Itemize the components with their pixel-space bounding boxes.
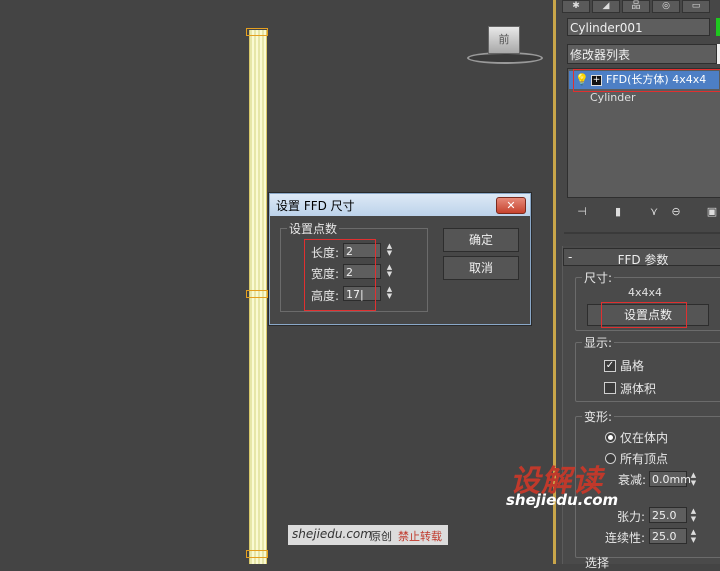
height-spinner-arrows-icon[interactable]: ▲ ▼ — [385, 286, 394, 301]
watermark-logo-url: shejiedu.com — [506, 491, 619, 509]
watermark-original: 原创 — [370, 530, 392, 543]
ffd-lattice-bottom-handle[interactable] — [246, 550, 268, 558]
divider — [564, 232, 720, 234]
rollout-title: FFD 参数 — [617, 253, 669, 267]
hierarchy-tab-icon[interactable]: 品 — [622, 0, 650, 13]
dialog-title: 设置 FFD 尺寸 — [276, 199, 355, 213]
source-volume-checkbox[interactable] — [604, 382, 616, 394]
tension-label: 张力: — [617, 510, 646, 524]
rollout-header[interactable]: - FFD 参数 — [563, 248, 720, 267]
lattice-checkbox[interactable]: ✓ — [604, 360, 616, 372]
dialog-titlebar[interactable]: 设置 FFD 尺寸 ✕ — [270, 194, 530, 216]
modifier-stack[interactable]: 💡 + FFD(长方体) 4x4x4 Cylinder — [567, 68, 720, 198]
viewcube-face[interactable]: 前 — [488, 26, 520, 54]
cancel-button[interactable]: 取消 — [443, 256, 519, 280]
configure-sets-icon[interactable]: ▣ — [704, 205, 720, 219]
set-ffd-dimensions-dialog: 设置 FFD 尺寸 ✕ 设置点数 长度: 2 ▲ ▼ 宽度: 2 ▲ ▼ 高度: 1… — [269, 193, 531, 325]
display-tab-icon[interactable]: ▭ — [682, 0, 710, 13]
width-spinner-arrows-icon[interactable]: ▲ ▼ — [385, 264, 394, 279]
lattice-label: 晶格 — [620, 359, 645, 373]
stack-item-cylinder[interactable]: Cylinder — [590, 89, 636, 107]
length-spinner-arrows-icon[interactable]: ▲ ▼ — [385, 243, 394, 258]
only-in-volume-radio[interactable] — [605, 432, 616, 443]
selection-group-title: 选择 — [585, 556, 610, 570]
pin-icon[interactable]: ⊣ — [574, 205, 590, 219]
deform-group-title: 变形: — [582, 408, 615, 425]
ffd-parameters-rollout: - FFD 参数 尺寸: 4x4x4 设置点数 显示: ✓ 晶格 源体积 变形:… — [562, 246, 720, 570]
source-volume-label: 源体积 — [620, 382, 657, 396]
stack-toolbar: ⊣ ▮ ⋎ ⊖ ▣ — [572, 203, 720, 221]
set-points-highlight-box — [304, 239, 376, 311]
object-name-field[interactable]: Cylinder001 — [567, 18, 710, 36]
ok-button[interactable]: 确定 — [443, 228, 519, 252]
ffd-lattice-top-handle[interactable] — [246, 28, 268, 36]
watermark-site: shejiedu.com — [292, 527, 372, 541]
tension-spinner-arrows-icon[interactable]: ▲ ▼ — [689, 507, 698, 523]
viewcube[interactable]: 前 — [467, 24, 543, 64]
display-group-title: 显示: — [582, 334, 615, 351]
falloff-field[interactable]: 0.0mm — [649, 471, 691, 487]
only-in-volume-label: 仅在体内 — [620, 431, 669, 445]
watermark-bar: shejiedu.com 原创 禁止转载 — [288, 525, 448, 545]
command-panel-tabs: ✱ ◢ 品 ◎ ▭ — [562, 0, 720, 13]
all-vertices-radio[interactable] — [605, 453, 616, 464]
ffd-lattice-mid-handle[interactable] — [246, 290, 268, 298]
watermark-forbid: 禁止转载 — [398, 530, 442, 543]
remove-modifier-icon[interactable]: ⊖ — [668, 205, 684, 219]
motion-tab-icon[interactable]: ◎ — [652, 0, 680, 13]
set-points-group-title: 设置点数 — [287, 220, 340, 237]
falloff-spinner-arrows-icon[interactable]: ▲ ▼ — [689, 471, 698, 487]
continuity-field[interactable]: 25.0 — [649, 528, 687, 544]
object-color-swatch[interactable] — [716, 18, 720, 36]
modify-tab-icon[interactable]: ◢ — [592, 0, 620, 13]
set-points-highlight — [601, 302, 687, 328]
tension-field[interactable]: 25.0 — [649, 507, 687, 523]
close-icon[interactable]: ✕ — [496, 197, 526, 214]
dimensions-value: 4x4x4 — [627, 286, 662, 299]
dimensions-group-title: 尺寸: — [582, 269, 615, 286]
falloff-label: 衰减: — [618, 473, 647, 487]
create-tab-icon[interactable]: ✱ — [562, 0, 590, 13]
all-vertices-label: 所有顶点 — [620, 452, 669, 466]
show-end-result-icon[interactable]: ▮ — [610, 205, 626, 219]
make-unique-icon[interactable]: ⋎ — [646, 205, 662, 219]
continuity-spinner-arrows-icon[interactable]: ▲ ▼ — [689, 528, 698, 544]
continuity-label: 连续性: — [605, 531, 646, 545]
modifier-list-dropdown[interactable]: 修改器列表 — [567, 44, 717, 64]
